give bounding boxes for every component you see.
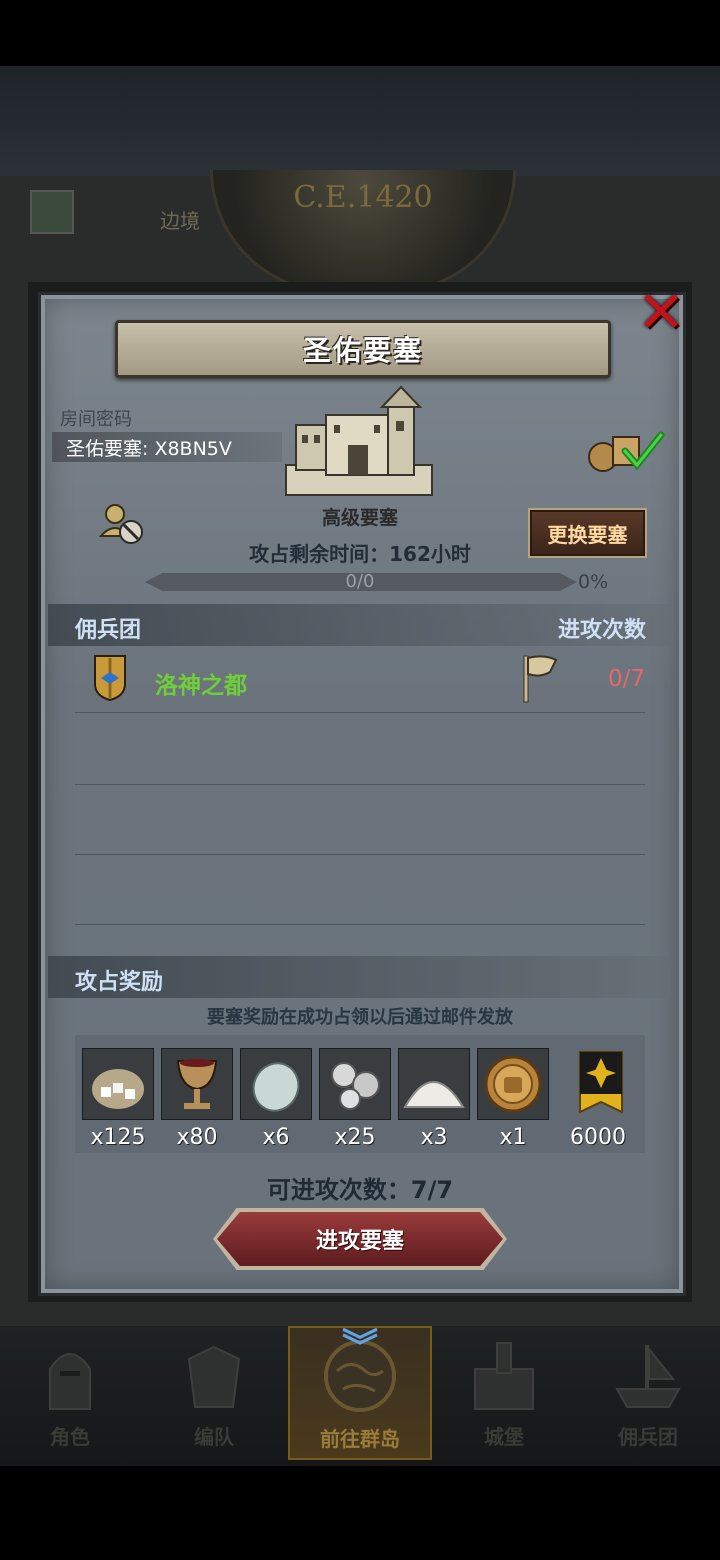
remaining-time: 攻占剩余时间：162小时	[249, 542, 471, 566]
nav-item-character[interactable]: 角色	[0, 1326, 140, 1456]
room-password-label: 房间密码	[60, 409, 132, 430]
nav-label: 前往群岛	[320, 1427, 400, 1451]
background-top	[0, 66, 720, 176]
flag-icon	[523, 655, 558, 703]
nav-label: 城堡	[484, 1425, 524, 1449]
title-banner: 圣佑要塞	[115, 320, 611, 378]
castle-icon	[474, 1342, 534, 1410]
guild-name[interactable]: 洛神之都	[155, 666, 247, 700]
knight-medal-icon	[477, 1048, 549, 1120]
reward-qty: x25	[334, 1125, 376, 1150]
system-nav-area	[0, 1466, 720, 1560]
eagle-shield-icon	[94, 655, 126, 702]
fortress-castle-icon	[285, 385, 433, 496]
empty-guild-slot	[75, 714, 645, 785]
close-icon[interactable]: ✕	[633, 283, 689, 341]
ship-icon	[615, 1345, 681, 1408]
rewards-header-label: 攻占奖励	[75, 970, 164, 995]
nav-item-formation[interactable]: 编队	[144, 1326, 284, 1456]
background-tab-label: 边境	[160, 209, 200, 233]
nav-item-guild[interactable]: 佣兵团	[578, 1326, 718, 1456]
reward-item[interactable]	[477, 1048, 549, 1124]
reward-item[interactable]	[240, 1048, 312, 1124]
nav-label: 角色	[50, 1425, 90, 1449]
loot-bag-check-icon[interactable]	[585, 425, 665, 475]
banner-icon	[579, 1051, 623, 1114]
knight-helmet-icon	[49, 1353, 91, 1410]
remaining-attempts: 可进攻次数：7/7	[266, 1176, 454, 1204]
reward-item[interactable]	[161, 1048, 233, 1124]
fortress-level-label: 高级要塞	[321, 507, 398, 529]
empty-guild-slot	[75, 854, 645, 925]
reward-qty: x3	[420, 1125, 448, 1150]
status-bar	[0, 0, 720, 66]
guild-row[interactable]: 洛神之都 0/7	[75, 648, 645, 713]
era-label: C.E.1420	[293, 180, 433, 215]
rewards-note: 要塞奖励在成功占领以后通过邮件发放	[207, 1007, 513, 1028]
reward-qty: x80	[176, 1125, 218, 1150]
salt-pile-icon	[398, 1048, 470, 1120]
reward-qty: x6	[262, 1125, 290, 1150]
no-member-icon	[98, 504, 143, 544]
nav-label: 佣兵团	[618, 1425, 678, 1449]
reward-item[interactable]	[398, 1048, 470, 1124]
progress-percent: 0%	[578, 571, 609, 593]
attack-fortress-button[interactable]: 进攻要塞	[217, 1212, 503, 1266]
map-corner-icon	[30, 190, 74, 234]
chevron-down-icon: ︾	[341, 1327, 378, 1368]
modal-title: 圣佑要塞	[302, 334, 423, 367]
guild-attack-count: 0/7	[607, 666, 645, 692]
reward-qty: x1	[499, 1125, 527, 1150]
reward-item[interactable]	[566, 1048, 638, 1122]
room-code[interactable]: 圣佑要塞: X8BN5V	[66, 434, 232, 461]
reward-qty: x125	[90, 1125, 146, 1150]
empty-guild-slot	[75, 784, 645, 855]
nav-item-castle[interactable]: 城堡	[434, 1326, 574, 1456]
change-fortress-button[interactable]: 更换要塞	[528, 508, 647, 558]
reward-item[interactable]	[319, 1048, 391, 1124]
guild-header-label: 佣兵团	[75, 618, 142, 643]
reward-qty: 6000	[570, 1125, 626, 1150]
goblet-icon	[161, 1048, 233, 1120]
progress-value-text: 0/0	[345, 571, 375, 592]
attack-count-header: 进攻次数	[557, 618, 646, 643]
armor-icon	[187, 1345, 241, 1408]
nav-label: 编队	[194, 1425, 234, 1449]
gem-stone-icon	[240, 1048, 312, 1120]
sugar-sack-icon	[82, 1048, 154, 1120]
reward-item[interactable]	[82, 1048, 154, 1124]
silver-ore-icon	[319, 1048, 391, 1120]
